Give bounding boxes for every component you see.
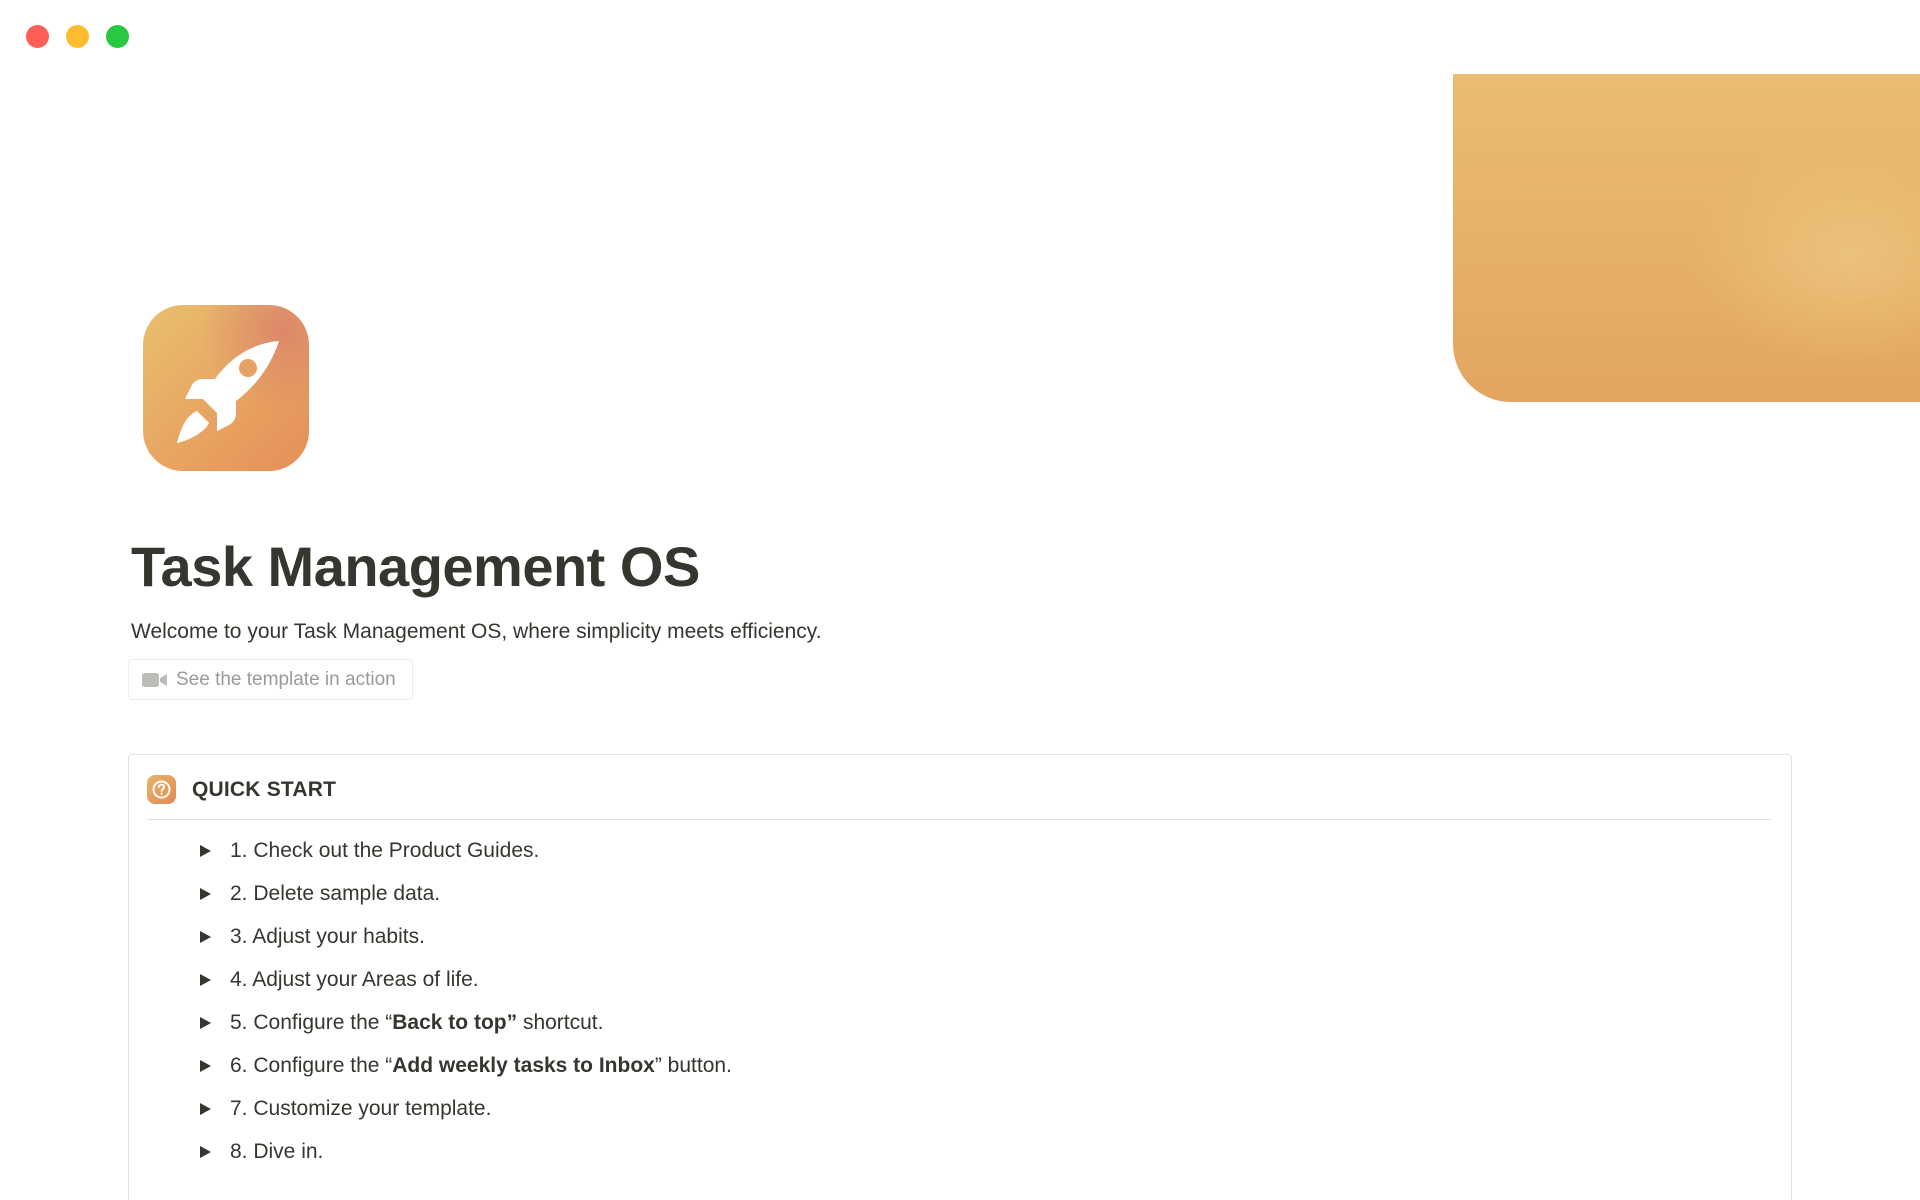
toggle-item-2[interactable]: 2. Delete sample data. (199, 879, 732, 922)
question-mark-icon (147, 775, 176, 804)
zoom-window-button[interactable] (106, 25, 129, 48)
toggle-item-text: 3. Adjust your habits. (230, 925, 425, 948)
triangle-right-icon[interactable] (199, 887, 212, 901)
quick-start-callout: QUICK START 1. Check out the Product Gui… (128, 754, 1792, 1200)
quick-start-title: QUICK START (192, 778, 337, 801)
toggle-item-text: 7. Customize your template. (230, 1097, 492, 1120)
triangle-right-icon[interactable] (199, 1102, 212, 1116)
cover-gradient (1453, 74, 1920, 402)
toggle-item-3[interactable]: 3. Adjust your habits. (199, 922, 732, 965)
video-button-label: See the template in action (176, 668, 396, 690)
page-subtitle: Welcome to your Task Management OS, wher… (131, 620, 822, 643)
minimize-window-button[interactable] (66, 25, 89, 48)
toggle-item-text: 4. Adjust your Areas of life. (230, 968, 479, 991)
cover-image[interactable] (1453, 74, 1920, 402)
see-template-video-button[interactable]: See the template in action (128, 659, 413, 700)
triangle-right-icon[interactable] (199, 1145, 212, 1159)
toggle-item-text: 8. Dive in. (230, 1140, 324, 1163)
toggle-item-5[interactable]: 5. Configure the “Back to top” shortcut. (199, 1008, 732, 1051)
rocket-icon[interactable] (143, 305, 309, 471)
toggle-item-text: 2. Delete sample data. (230, 882, 441, 905)
triangle-right-icon[interactable] (199, 1016, 212, 1030)
toggle-item-8[interactable]: 8. Dive in. (199, 1137, 732, 1180)
toggle-item-text: 6. Configure the “Add weekly tasks to In… (230, 1054, 732, 1077)
toggle-item-1[interactable]: 1. Check out the Product Guides. (199, 836, 732, 879)
triangle-right-icon[interactable] (199, 973, 212, 987)
toggle-item-text: 5. Configure the “Back to top” shortcut. (230, 1011, 604, 1034)
close-window-button[interactable] (26, 25, 49, 48)
video-camera-icon (142, 672, 167, 687)
toggle-item-4[interactable]: 4. Adjust your Areas of life. (199, 965, 732, 1008)
page-title: Task Management OS (131, 535, 700, 598)
triangle-right-icon[interactable] (199, 930, 212, 944)
window-controls (26, 25, 129, 48)
quick-start-header: QUICK START (147, 775, 1771, 820)
toggle-item-7[interactable]: 7. Customize your template. (199, 1094, 732, 1137)
toggle-item-6[interactable]: 6. Configure the “Add weekly tasks to In… (199, 1051, 732, 1094)
app-window: Task Management OS Welcome to your Task … (0, 0, 1920, 1200)
triangle-right-icon[interactable] (199, 1059, 212, 1073)
quick-start-list: 1. Check out the Product Guides. 2. Dele… (199, 836, 732, 1180)
triangle-right-icon[interactable] (199, 844, 212, 858)
toggle-item-text: 1. Check out the Product Guides. (230, 839, 540, 862)
